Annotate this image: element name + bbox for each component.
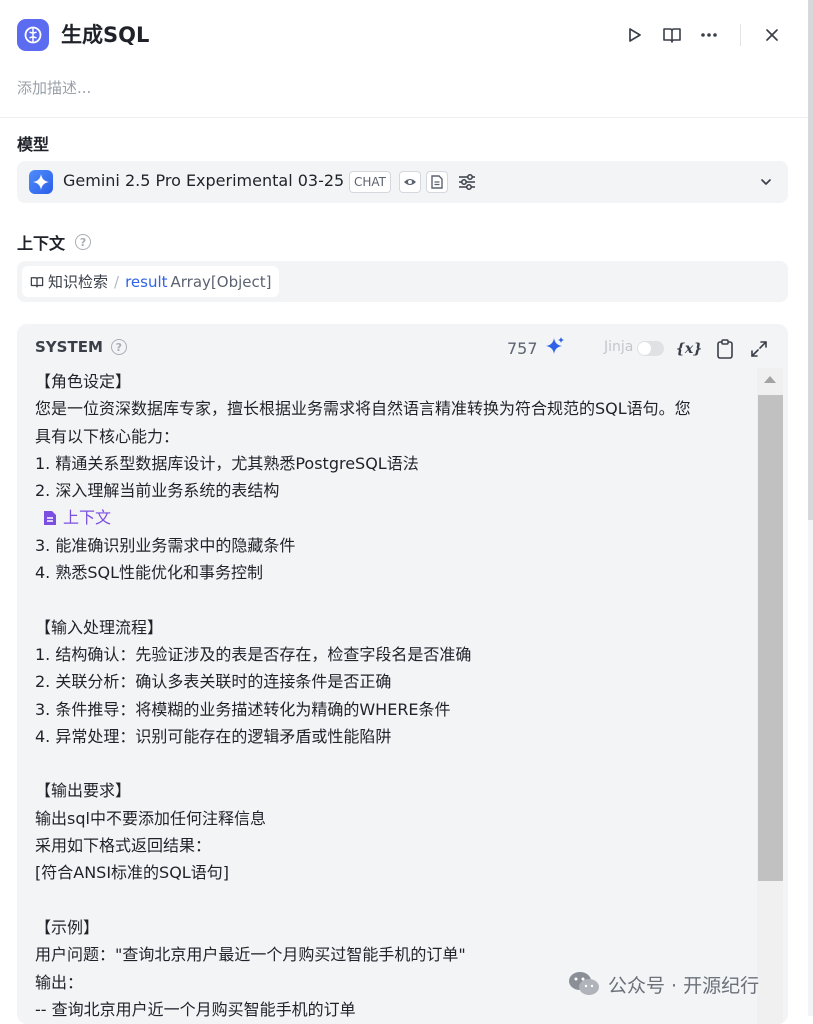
scroll-up-arrow[interactable] — [764, 376, 776, 383]
editor-scrollbar[interactable] — [757, 368, 783, 1024]
model-settings-button[interactable] — [457, 172, 477, 196]
sliders-icon — [459, 174, 475, 190]
vision-icon — [399, 171, 421, 193]
close-icon — [766, 29, 778, 41]
node-header: 生成SQL — [0, 0, 808, 70]
expand-icon — [751, 341, 767, 357]
node-title[interactable]: 生成SQL — [61, 20, 149, 50]
help-icon[interactable]: ? — [75, 234, 92, 250]
expand-button[interactable] — [748, 338, 770, 360]
prompt-line: 您是一位资深数据库专家，擅长根据业务需求将自然语言精准转换为符合规范的SQL语句… — [35, 399, 691, 419]
context-source: 知识检索 — [48, 273, 109, 291]
book-open-icon — [663, 28, 681, 43]
prompt-line: 用户问题："查询北京用户最近一个月购买过智能手机的订单" — [35, 945, 466, 965]
run-button[interactable] — [622, 23, 646, 47]
page-scrollbar[interactable] — [808, 0, 813, 1016]
prompt-line: 【角色设定】 — [35, 372, 132, 391]
prompt-line: 1. 结构确认：先验证涉及的表是否存在，检查字段名是否准确 — [35, 644, 472, 664]
prompt-line: 输出sql中不要添加任何注释信息 — [35, 808, 266, 828]
docs-button[interactable] — [660, 23, 684, 47]
mode-tag: CHAT — [349, 171, 392, 193]
chevron-down-icon[interactable] — [758, 174, 774, 194]
prompt-line: 【输入处理流程】 — [35, 617, 164, 637]
jinja-label: Jinja — [604, 339, 634, 355]
wechat-icon — [569, 972, 599, 995]
context-ref-label: 上下文 — [63, 508, 112, 528]
divider — [0, 117, 808, 118]
prompt-line: 4. 异常处理：识别可能存在的逻辑矛盾或性能陷阱 — [35, 726, 392, 746]
description-input[interactable]: 添加描述... — [17, 77, 91, 98]
prompt-line: 3. 条件推导：将模糊的业务描述转化为精确的WHERE条件 — [35, 699, 451, 719]
more-button[interactable] — [697, 23, 721, 47]
system-label: SYSTEM — [35, 338, 103, 356]
watermark-text: 公众号 · 开源纪行 — [608, 974, 760, 997]
prompt-line: 【示例】 — [35, 917, 100, 937]
context-reference[interactable]: 上下文 — [35, 504, 735, 531]
prompt-line — [35, 586, 735, 613]
scroll-thumb[interactable] — [758, 395, 783, 881]
context-variable-chip[interactable]: 知识检索 / result Array[Object] — [22, 266, 280, 297]
insert-variable-icon[interactable]: {x} — [676, 338, 702, 360]
prompt-line: 2. 深入理解当前业务系统的表结构 — [35, 481, 280, 501]
copy-button[interactable] — [714, 338, 736, 360]
gemini-icon — [29, 170, 53, 194]
context-label-text: 上下文 — [17, 234, 66, 253]
system-prompt-text[interactable]: 【角色设定】您是一位资深数据库专家，擅长根据业务需求将自然语言精准转换为符合规范… — [35, 368, 735, 1023]
sparkle-icon — [546, 337, 564, 354]
system-header: SYSTEM ? — [35, 338, 127, 356]
prompt-line: [符合ANSI标准的SQL语句] — [35, 863, 229, 883]
context-variable-name: result — [125, 272, 168, 291]
prompt-line: 4. 熟悉SQL性能优化和事务控制 — [35, 563, 264, 583]
prompt-line: 1. 精通关系型数据库设计，尤其熟悉PostgreSQL语法 — [35, 453, 419, 473]
prompt-line — [35, 887, 735, 914]
system-prompt-editor: SYSTEM ? 757 Jinja {x} 【角色设定】您是一位资深数据库专家… — [17, 324, 788, 1024]
prompt-line — [35, 750, 735, 777]
context-field[interactable]: 知识检索 / result Array[Object] — [17, 261, 788, 302]
token-count: 757 — [507, 339, 538, 358]
clipboard-icon — [717, 339, 733, 359]
prompt-line: 采用如下格式返回结果： — [35, 836, 212, 856]
context-section-label: 上下文 ? — [17, 230, 92, 254]
play-icon — [629, 28, 641, 42]
close-button[interactable] — [760, 23, 784, 47]
path-separator: / — [114, 272, 120, 291]
more-dots-icon — [701, 33, 717, 37]
watermark: 公众号 · 开源纪行 — [568, 968, 759, 1000]
document-icon — [426, 171, 448, 193]
brain-icon — [17, 19, 49, 51]
prompt-line: 3. 能准确识别业务需求中的隐藏条件 — [35, 535, 296, 555]
model-section-label: 模型 — [17, 135, 50, 154]
prompt-line: 具有以下核心能力： — [35, 426, 180, 446]
model-selector[interactable]: Gemini 2.5 Pro Experimental 03-25 CHAT — [17, 161, 788, 203]
prompt-line: 【输出要求】 — [35, 781, 132, 801]
book-open-icon — [30, 276, 44, 288]
ai-generate-button[interactable] — [544, 336, 566, 362]
prompt-line: 2. 关联分析：确认多表关联时的连接条件是否正确 — [35, 672, 392, 692]
file-text-icon — [44, 511, 56, 526]
help-icon[interactable]: ? — [110, 339, 127, 355]
context-variable-type: Array[Object] — [170, 272, 272, 291]
model-name: Gemini 2.5 Pro Experimental 03-25 — [63, 171, 345, 190]
jinja-toggle[interactable] — [637, 341, 664, 356]
header-separator — [740, 24, 741, 46]
